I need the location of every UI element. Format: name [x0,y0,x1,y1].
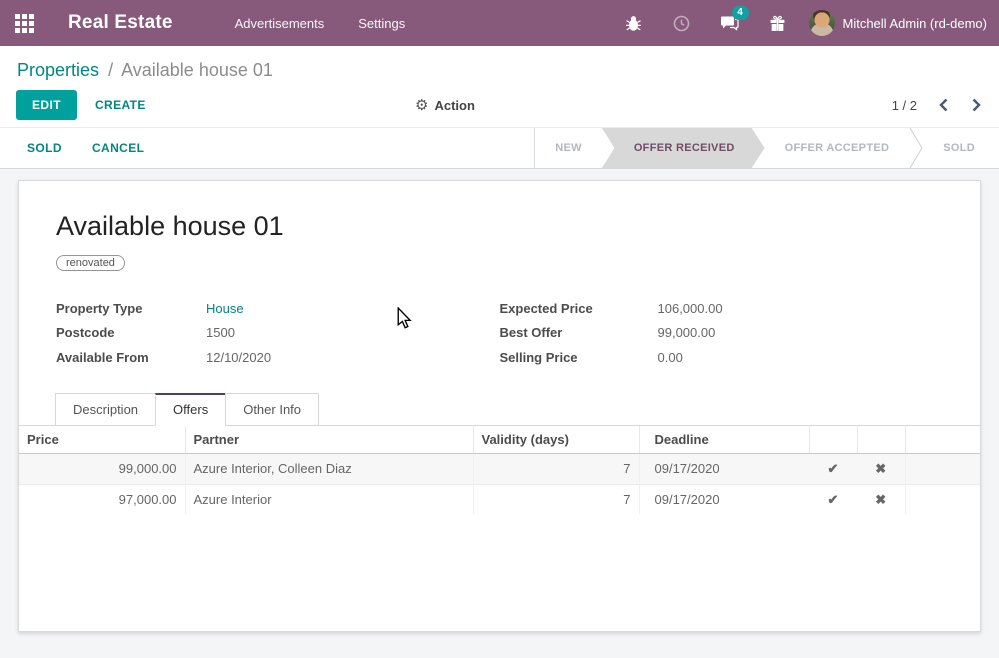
tab-offers[interactable]: Offers [155,393,226,426]
stage-offer-accepted[interactable]: OFFER ACCEPTED [765,128,910,168]
field-label-selling-price: Selling Price [500,350,658,365]
field-value-best-offer: 99,000.00 [658,325,716,340]
gear-icon: ⚙ [415,96,428,114]
stage-pipeline: NEW OFFER RECEIVED OFFER ACCEPTED SOLD [534,128,999,168]
field-value-postcode: 1500 [206,325,235,340]
breadcrumb-separator: / [108,60,113,80]
column-header-price[interactable]: Price [19,426,185,454]
offer-row[interactable]: 99,000.00 Azure Interior, Colleen Diaz 7… [19,453,980,484]
field-label-available-from: Available From [56,350,206,365]
form-sheet: Available house 01 renovated Property Ty… [18,180,981,632]
offer-price: 97,000.00 [19,484,185,515]
field-label-postcode: Postcode [56,325,206,340]
column-header-validity[interactable]: Validity (days) [473,426,639,454]
offers-header-row: Price Partner Validity (days) Deadline [19,426,980,454]
field-group: Property Type House Postcode 1500 Availa… [56,296,943,370]
create-button[interactable]: CREATE [95,98,146,112]
app-name[interactable]: Real Estate [68,12,173,34]
accept-offer-check-icon[interactable]: ✔ [809,484,857,515]
statusbar-buttons: SOLD CANCEL [0,128,534,168]
debug-bug-icon[interactable] [617,8,651,38]
pager-next-icon[interactable] [970,96,983,114]
offer-row[interactable]: 97,000.00 Azure Interior 7 09/17/2020 ✔ … [19,484,980,515]
tab-other-info[interactable]: Other Info [225,393,319,426]
field-value-available-from: 12/10/2020 [206,350,271,365]
breadcrumb-current: Available house 01 [121,60,273,80]
user-name: Mitchell Admin (rd-demo) [843,16,988,31]
user-menu[interactable]: Mitchell Admin (rd-demo) [809,10,988,36]
gift-icon[interactable] [761,8,795,38]
stage-sold[interactable]: SOLD [923,128,999,168]
column-header-deadline[interactable]: Deadline [639,426,809,454]
offer-partner: Azure Interior [185,484,473,515]
refuse-offer-x-icon[interactable]: ✖ [857,484,905,515]
stage-separator [909,128,923,168]
stage-new[interactable]: NEW [535,128,602,168]
app-menus: Advertisements Settings [233,12,408,35]
field-value-property-type[interactable]: House [206,301,244,316]
button-bar: EDIT CREATE ⚙ Action 1 / 2 [0,83,999,127]
offer-partner: Azure Interior, Colleen Diaz [185,453,473,484]
property-title: Available house 01 [56,211,980,242]
pager-previous-icon[interactable] [937,96,950,114]
messages-icon[interactable]: 4 [713,8,747,38]
field-value-expected-price: 106,000.00 [658,301,723,316]
notebook-tabs: Description Offers Other Info [19,393,980,426]
offer-deadline: 09/17/2020 [639,453,809,484]
menu-advertisements[interactable]: Advertisements [233,12,327,35]
user-avatar [809,10,835,36]
stage-offer-received[interactable]: OFFER RECEIVED [602,128,765,168]
field-label-best-offer: Best Offer [500,325,658,340]
cancel-button[interactable]: CANCEL [92,141,144,155]
tag-renovated[interactable]: renovated [56,255,125,271]
edit-button[interactable]: EDIT [16,90,77,120]
offer-validity: 7 [473,484,639,515]
control-panel: Properties / Available house 01 EDIT CRE… [0,46,999,127]
activities-clock-icon[interactable] [665,8,699,38]
tab-description[interactable]: Description [55,393,156,426]
offer-validity: 7 [473,453,639,484]
field-column-left: Property Type House Postcode 1500 Availa… [56,296,500,370]
pager-count: 1 / 2 [892,98,917,113]
action-menu[interactable]: ⚙ Action [415,96,475,114]
grid-icon [15,14,34,33]
field-column-right: Expected Price 106,000.00 Best Offer 99,… [500,296,944,370]
accept-offer-check-icon[interactable]: ✔ [809,453,857,484]
refuse-offer-x-icon[interactable]: ✖ [857,453,905,484]
offer-price: 99,000.00 [19,453,185,484]
breadcrumb-properties-link[interactable]: Properties [17,60,99,80]
statusbar: SOLD CANCEL NEW OFFER RECEIVED OFFER ACC… [0,127,999,169]
breadcrumb: Properties / Available house 01 [0,46,999,83]
navbar-systray: 4 Mitchell Admin (rd-demo) [617,8,999,38]
message-count-badge: 4 [732,6,749,20]
column-header-partner[interactable]: Partner [185,426,473,454]
top-navbar: Real Estate Advertisements Settings [0,0,999,46]
apps-menu-icon[interactable] [0,0,48,46]
field-label-expected-price: Expected Price [500,301,658,316]
pager: 1 / 2 [892,96,983,114]
offer-deadline: 09/17/2020 [639,484,809,515]
field-value-selling-price: 0.00 [658,350,683,365]
menu-settings[interactable]: Settings [356,12,407,35]
offers-table: Price Partner Validity (days) Deadline 9… [19,426,980,515]
field-label-property-type: Property Type [56,301,206,316]
sold-button[interactable]: SOLD [27,141,62,155]
